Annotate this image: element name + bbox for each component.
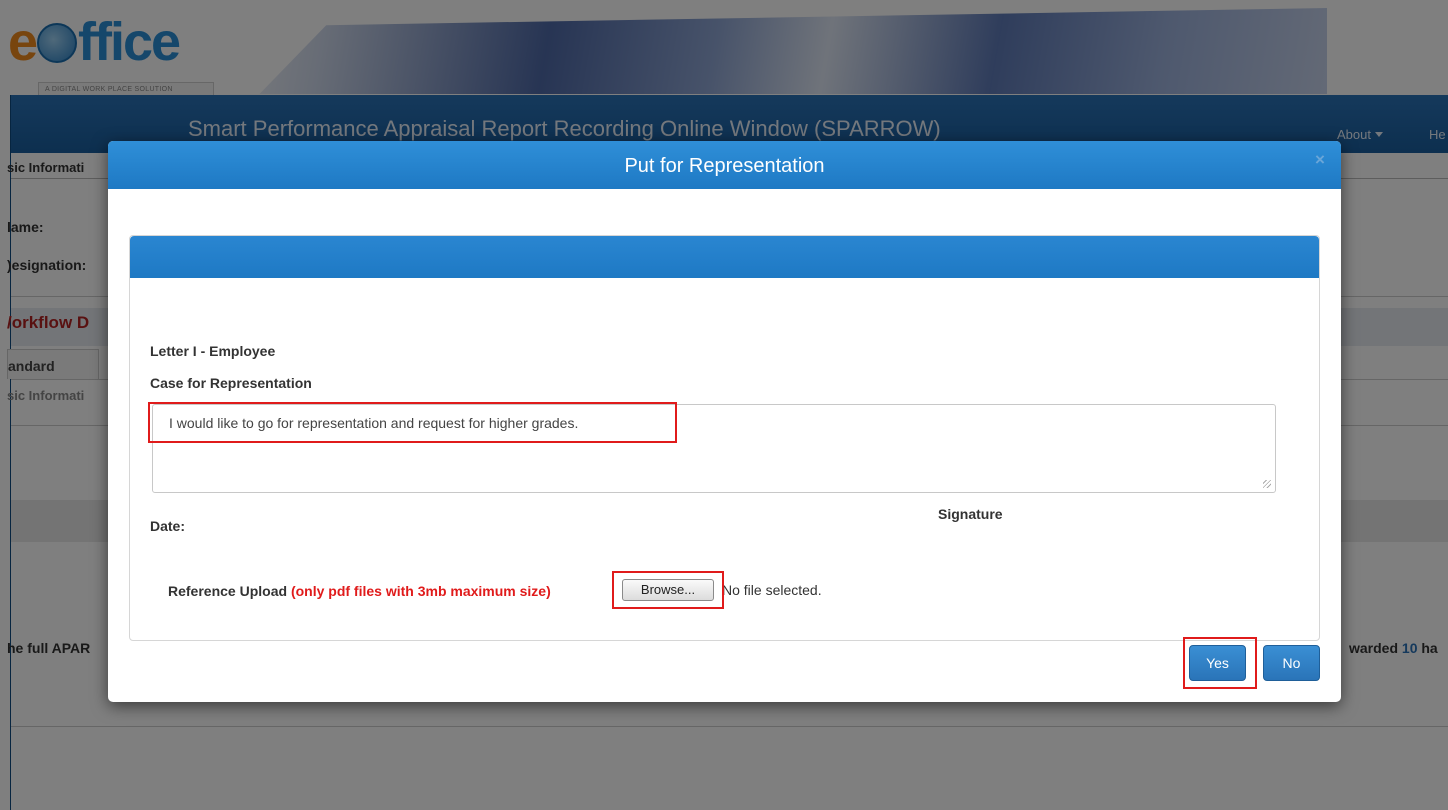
- browse-button[interactable]: Browse...: [622, 579, 714, 601]
- representation-panel: Letter I - Employee Case for Representat…: [129, 235, 1320, 641]
- letter-label: Letter I - Employee: [150, 343, 276, 359]
- upload-label: Reference Upload (only pdf files with 3m…: [168, 583, 551, 599]
- date-label: Date:: [150, 518, 186, 534]
- panel-header: [130, 236, 1319, 278]
- upload-label-text: Reference Upload: [168, 583, 288, 599]
- yes-button[interactable]: Yes: [1189, 645, 1246, 681]
- case-label: Case for Representation: [150, 375, 312, 391]
- signature-label: Signature: [938, 506, 1003, 522]
- case-textarea[interactable]: I would like to go for representation an…: [152, 404, 1276, 493]
- resize-grip-icon[interactable]: [1263, 480, 1271, 488]
- no-button[interactable]: No: [1263, 645, 1320, 681]
- no-file-text: No file selected.: [722, 582, 822, 598]
- close-icon[interactable]: ×: [1315, 151, 1325, 169]
- screen: effice A DIGITAL WORK PLACE SOLUTION Sma…: [0, 0, 1448, 810]
- upload-warning: (only pdf files with 3mb maximum size): [290, 583, 551, 599]
- modal-title: Put for Representation: [624, 155, 825, 177]
- case-textarea-value: I would like to go for representation an…: [169, 415, 579, 431]
- representation-modal: Put for Representation × Letter I - Empl…: [108, 141, 1341, 702]
- modal-header: Put for Representation ×: [108, 141, 1341, 189]
